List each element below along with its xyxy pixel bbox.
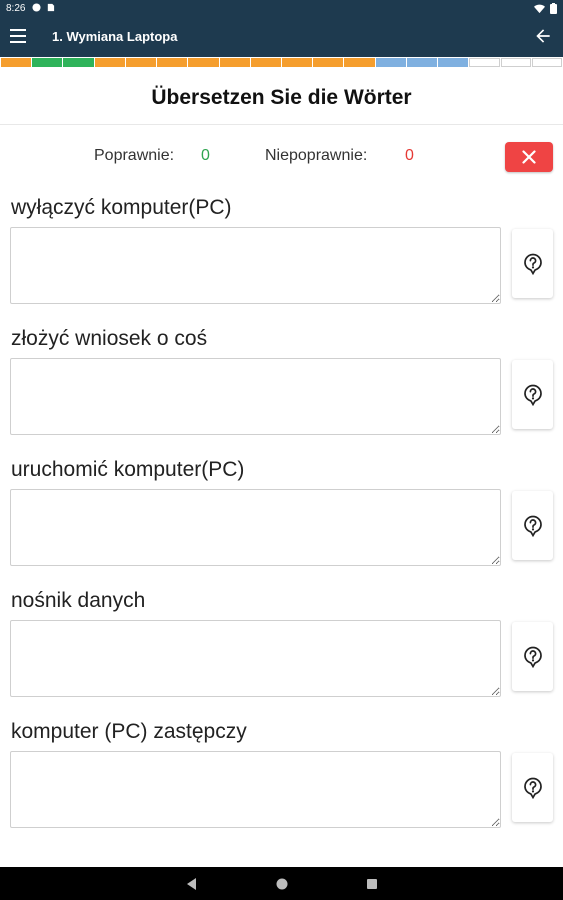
nav-home-icon[interactable]	[275, 877, 289, 891]
status-bar: 8:26	[0, 0, 563, 17]
word-prompt: uruchomić komputer(PC)	[11, 458, 245, 481]
progress-segment	[32, 58, 63, 67]
app-title: 1. Wymiana Laptopa	[52, 29, 178, 44]
translation-item: nośnik danych	[0, 589, 563, 709]
progress-segment	[94, 58, 125, 67]
close-icon	[522, 150, 536, 164]
answer-input[interactable]	[10, 751, 501, 828]
word-prompt: komputer (PC) zastępczy	[11, 720, 247, 743]
app-bar: 1. Wymiana Laptopa	[0, 17, 563, 57]
answer-input[interactable]	[10, 227, 501, 304]
notification-icon	[32, 3, 41, 12]
progress-segment	[531, 58, 562, 67]
incorrect-label: Niepoprawnie:	[265, 147, 368, 164]
hint-button[interactable]	[512, 491, 553, 560]
progress-segment	[344, 58, 375, 67]
progress-strip	[0, 58, 563, 68]
word-prompt: nośnik danych	[11, 589, 146, 612]
hint-button[interactable]	[512, 753, 553, 822]
progress-segment	[250, 58, 281, 67]
question-bubble-icon	[523, 515, 542, 537]
question-bubble-icon	[523, 253, 542, 275]
hint-button[interactable]	[512, 622, 553, 691]
correct-label: Poprawnie:	[94, 147, 175, 164]
progress-segment	[219, 58, 250, 67]
correct-count: 0	[201, 147, 210, 164]
progress-segment	[313, 58, 344, 67]
word-prompt: złożyć wniosek o coś	[11, 327, 208, 350]
wifi-icon	[534, 4, 545, 13]
close-button[interactable]	[505, 142, 553, 172]
incorrect-count: 0	[405, 147, 414, 164]
question-bubble-icon	[523, 646, 542, 668]
progress-segment	[500, 58, 531, 67]
translation-item: wyłączyć komputer(PC)	[0, 196, 563, 316]
sd-card-icon	[47, 3, 55, 12]
system-nav-bar	[0, 867, 563, 900]
nav-back-icon[interactable]	[185, 877, 199, 891]
progress-segment	[188, 58, 219, 67]
answer-input[interactable]	[10, 489, 501, 566]
progress-segment	[375, 58, 406, 67]
progress-segment	[438, 58, 469, 67]
hint-button[interactable]	[512, 360, 553, 429]
word-prompt: wyłączyć komputer(PC)	[11, 196, 232, 219]
progress-segment	[281, 58, 313, 67]
hint-button[interactable]	[512, 229, 553, 298]
answer-input[interactable]	[10, 620, 501, 697]
translation-item: uruchomić komputer(PC)	[0, 458, 563, 578]
question-bubble-icon	[523, 777, 542, 799]
menu-icon[interactable]	[10, 29, 26, 43]
question-bubble-icon	[523, 384, 542, 406]
score-row: Poprawnie: 0 Niepoprawnie: 0	[0, 142, 563, 172]
arrow-left-icon[interactable]	[533, 26, 553, 46]
heading-section: Übersetzen Sie die Wörter	[0, 68, 563, 125]
answer-input[interactable]	[10, 358, 501, 435]
status-time: 8:26	[6, 3, 26, 14]
progress-segment	[157, 58, 188, 67]
translation-item: złożyć wniosek o coś	[0, 327, 563, 447]
progress-segment	[125, 58, 157, 67]
progress-segment	[1, 58, 32, 67]
page-title: Übersetzen Sie die Wörter	[151, 86, 412, 109]
nav-recents-icon[interactable]	[365, 877, 379, 891]
battery-icon	[550, 3, 557, 14]
progress-segment	[406, 58, 438, 67]
progress-segment	[63, 58, 94, 67]
progress-segment	[469, 58, 500, 67]
translation-item: komputer (PC) zastępczy	[0, 720, 563, 840]
